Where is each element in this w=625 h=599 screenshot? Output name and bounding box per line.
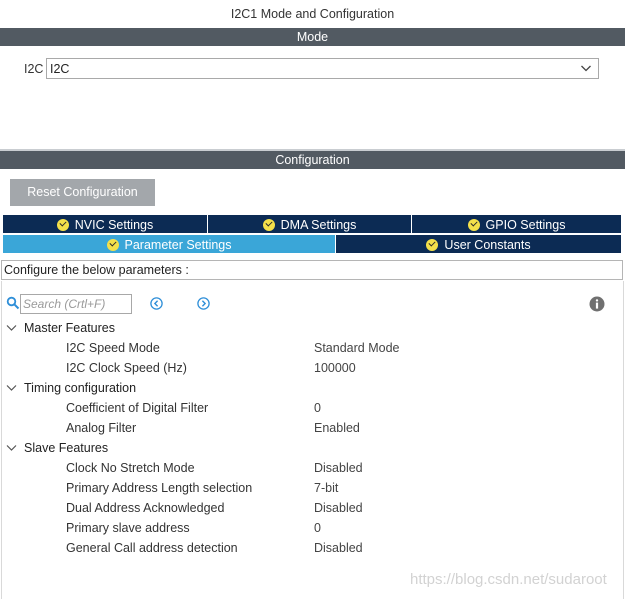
param-label: General Call address detection [66,541,238,555]
configuration-header: Configuration [0,149,625,169]
group-label: Timing configuration [24,381,137,395]
chevron-down-icon [581,65,591,72]
param-label: Dual Address Acknowledged [66,501,225,515]
tab-label: User Constants [444,238,531,252]
tab-user-constants[interactable]: User Constants [335,234,622,254]
tab-parameter-settings[interactable]: Parameter Settings [2,234,336,254]
param-value[interactable]: 0 [314,518,321,538]
check-circle-icon [467,219,480,231]
tab-label: GPIO Settings [485,218,566,232]
tab-label: Parameter Settings [124,238,232,252]
param-row[interactable]: Analog Filter Enabled [0,418,625,438]
tab-label: NVIC Settings [74,218,154,232]
param-row[interactable]: General Call address detection Disabled [0,538,625,558]
param-value[interactable]: 7-bit [314,478,338,498]
param-value[interactable]: Disabled [314,458,363,478]
chevron-down-icon[interactable] [6,323,17,333]
mode-label: I2C [24,62,44,76]
mode-header: Mode [0,28,625,46]
param-value[interactable]: Disabled [314,498,363,518]
watermark: https://blog.csdn.net/sudaroot [410,571,607,588]
param-value[interactable]: 100000 [314,358,356,378]
mode-row: I2C I2C [0,58,625,80]
group-master-features[interactable]: Master Features [0,318,625,338]
chevron-down-icon[interactable] [6,383,17,393]
param-row[interactable]: Clock No Stretch Mode Disabled [0,458,625,478]
chevron-down-icon[interactable] [6,443,17,453]
info-icon[interactable] [589,296,605,312]
window-title: I2C1 Mode and Configuration [230,7,395,21]
check-circle-icon [426,239,439,251]
param-label: I2C Clock Speed (Hz) [66,361,187,375]
param-label: Primary Address Length selection [66,481,253,495]
mode-select-value: I2C [50,62,70,76]
param-row[interactable]: Primary Address Length selection 7-bit [0,478,625,498]
tab-gpio-settings[interactable]: GPIO Settings [411,214,622,234]
group-slave-features[interactable]: Slave Features [0,438,625,458]
param-value[interactable]: 0 [314,398,321,418]
param-label: Clock No Stretch Mode [66,461,195,475]
search-icon[interactable] [6,296,20,310]
param-row[interactable]: I2C Speed Mode Standard Mode [0,338,625,358]
param-row[interactable]: Primary slave address 0 [0,518,625,538]
param-row[interactable]: Dual Address Acknowledged Disabled [0,498,625,518]
search-input[interactable] [20,294,132,314]
param-label: Coefficient of Digital Filter [66,401,209,415]
param-row[interactable]: Coefficient of Digital Filter 0 [0,398,625,418]
group-label: Master Features [24,321,116,335]
group-label: Slave Features [24,441,109,455]
mode-select[interactable]: I2C [46,58,599,79]
group-timing-configuration[interactable]: Timing configuration [0,378,625,398]
tab-nvic-settings[interactable]: NVIC Settings [2,214,208,234]
param-value[interactable]: Disabled [314,538,363,558]
check-circle-icon [106,239,119,251]
chevron-left-circle-icon[interactable] [150,297,163,310]
reset-configuration-button[interactable]: Reset Configuration [10,179,155,206]
check-circle-icon [262,219,275,231]
param-value[interactable]: Enabled [314,418,360,438]
param-label: Analog Filter [66,421,137,435]
parameters-description: Configure the below parameters : [1,260,623,280]
param-label: I2C Speed Mode [66,341,160,355]
param-row[interactable]: I2C Clock Speed (Hz) 100000 [0,358,625,378]
tab-dma-settings[interactable]: DMA Settings [207,214,412,234]
chevron-right-circle-icon[interactable] [197,297,210,310]
param-value[interactable]: Standard Mode [314,338,399,358]
tab-label: DMA Settings [280,218,357,232]
param-label: Primary slave address [66,521,190,535]
check-circle-icon [56,219,69,231]
